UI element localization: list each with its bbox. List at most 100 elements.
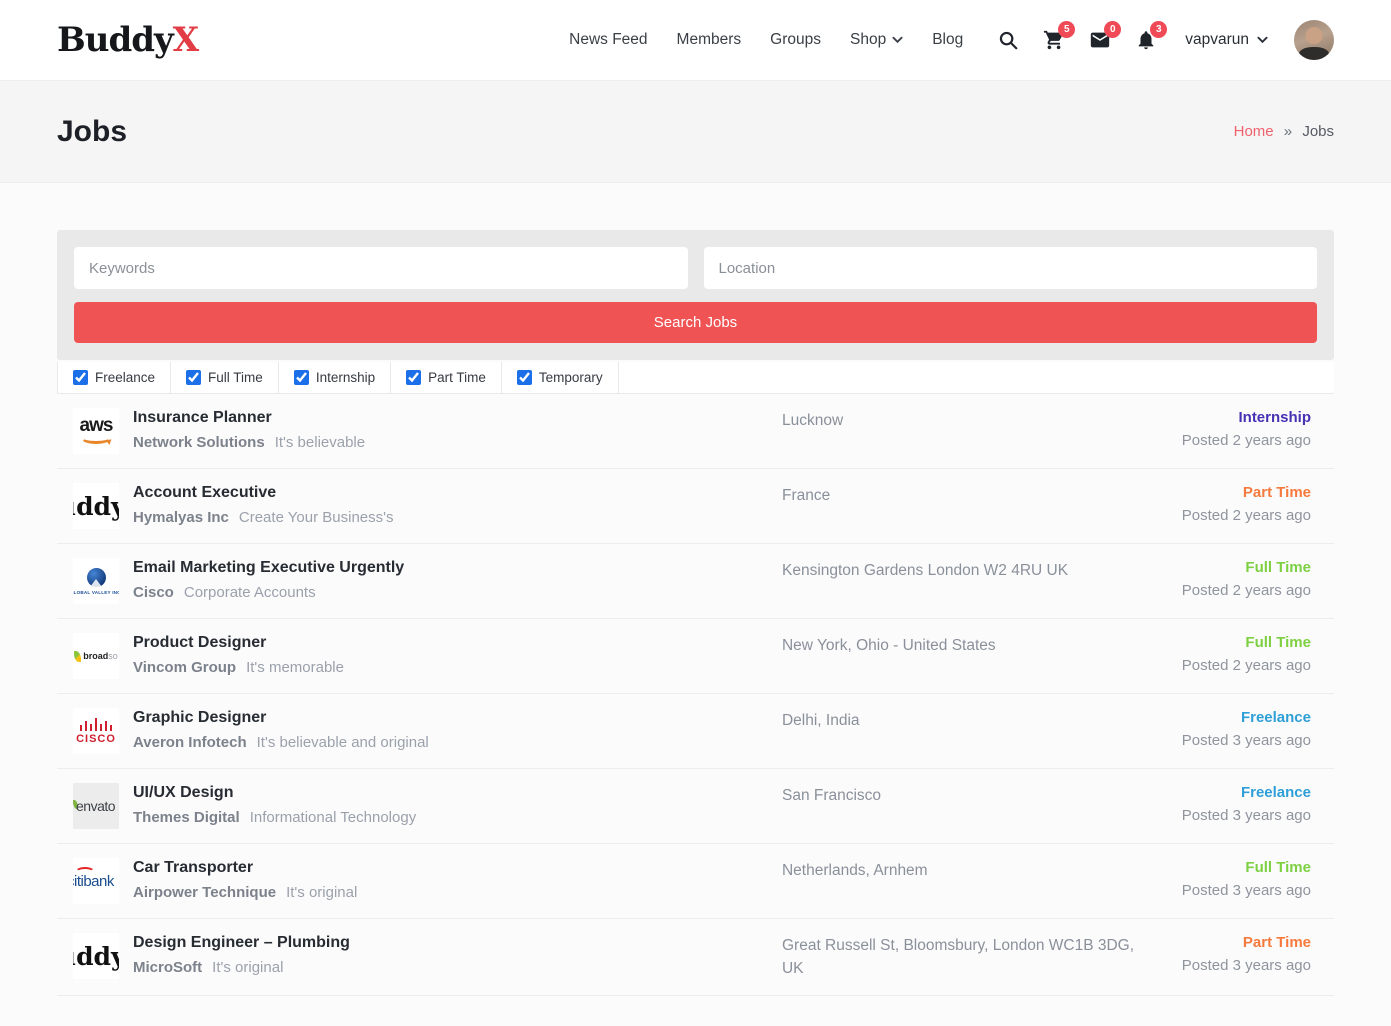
job-posted: Posted 3 years ago bbox=[1141, 807, 1311, 824]
keywords-input[interactable] bbox=[74, 247, 688, 289]
job-company: Network Solutions bbox=[133, 434, 265, 451]
job-type-badge: Full Time bbox=[1141, 634, 1311, 651]
search-icon[interactable] bbox=[997, 29, 1019, 51]
job-location: Kensington Gardens London W2 4RU UK bbox=[782, 558, 1141, 582]
job-title[interactable]: Design Engineer – Plumbing bbox=[133, 934, 782, 952]
job-type-filters: Freelance Full Time Internship Part Time… bbox=[57, 362, 1334, 394]
page-title: Jobs bbox=[57, 115, 127, 149]
notifications-badge: 3 bbox=[1150, 21, 1167, 38]
job-type-badge: Full Time bbox=[1141, 559, 1311, 576]
chevron-down-icon bbox=[892, 36, 903, 44]
job-row[interactable]: broadso Product Designer Vincom Group It'… bbox=[57, 619, 1334, 694]
job-type-badge: Part Time bbox=[1141, 934, 1311, 951]
job-tagline: It's believable and original bbox=[257, 734, 429, 751]
job-title[interactable]: Email Marketing Executive Urgently bbox=[133, 559, 782, 577]
job-type-badge: Internship bbox=[1141, 409, 1311, 426]
job-row[interactable]: buddy Account Executive Hymalyas Inc Crea… bbox=[57, 469, 1334, 544]
job-title[interactable]: UI/UX Design bbox=[133, 784, 782, 802]
user-name: vapvarun bbox=[1185, 31, 1249, 49]
company-logo-buddy: buddy bbox=[73, 933, 119, 979]
filter-checkbox[interactable] bbox=[73, 370, 88, 385]
company-logo-buddy: buddy bbox=[73, 483, 119, 529]
chevron-down-icon bbox=[1257, 36, 1268, 44]
job-company: Vincom Group bbox=[133, 659, 236, 676]
primary-nav: News Feed Members Groups Shop Blog bbox=[569, 31, 963, 49]
job-posted: Posted 2 years ago bbox=[1141, 657, 1311, 674]
breadcrumb-home-link[interactable]: Home bbox=[1234, 123, 1274, 140]
job-row[interactable]: citibank Car Transporter Airpower Techni… bbox=[57, 844, 1334, 919]
job-type-badge: Part Time bbox=[1141, 484, 1311, 501]
job-posted: Posted 2 years ago bbox=[1141, 507, 1311, 524]
job-posted: Posted 2 years ago bbox=[1141, 582, 1311, 599]
job-search-panel: Search Jobs bbox=[57, 230, 1334, 360]
logo-text-black: Buddy bbox=[57, 20, 173, 60]
company-logo-citibank: citibank bbox=[73, 858, 119, 904]
job-location: New York, Ohio - United States bbox=[782, 633, 1141, 657]
job-company: Airpower Technique bbox=[133, 884, 276, 901]
user-menu[interactable]: vapvarun bbox=[1185, 31, 1268, 49]
nav-item-members[interactable]: Members bbox=[677, 31, 742, 49]
cart-icon[interactable]: 5 bbox=[1043, 29, 1065, 51]
job-company: MicroSoft bbox=[133, 959, 202, 976]
company-logo-aws: aws bbox=[73, 408, 119, 454]
job-tagline: Corporate Accounts bbox=[184, 584, 316, 601]
filter-checkbox[interactable] bbox=[294, 370, 309, 385]
job-company: Cisco bbox=[133, 584, 174, 601]
job-title[interactable]: Account Executive bbox=[133, 484, 782, 502]
job-row[interactable]: buddy Design Engineer – Plumbing MicroSo… bbox=[57, 919, 1334, 996]
search-jobs-button[interactable]: Search Jobs bbox=[74, 302, 1317, 343]
job-posted: Posted 3 years ago bbox=[1141, 732, 1311, 749]
company-logo-envato: envato bbox=[73, 783, 119, 829]
job-tagline: It's original bbox=[286, 884, 357, 901]
job-posted: Posted 3 years ago bbox=[1141, 957, 1311, 974]
job-type-filter-full-time[interactable]: Full Time bbox=[171, 362, 279, 393]
company-logo-cisco: CISCO bbox=[73, 708, 119, 754]
filter-checkbox[interactable] bbox=[517, 370, 532, 385]
job-location: San Francisco bbox=[782, 783, 1141, 807]
logo-text-red: X bbox=[173, 20, 198, 60]
job-company: Hymalyas Inc bbox=[133, 509, 229, 526]
user-avatar[interactable] bbox=[1294, 20, 1334, 60]
job-tagline: Informational Technology bbox=[250, 809, 417, 826]
job-type-filter-part-time[interactable]: Part Time bbox=[391, 362, 502, 393]
job-title[interactable]: Product Designer bbox=[133, 634, 782, 652]
company-logo-globalvalley: GLOBAL VALLEY INC. bbox=[73, 558, 119, 604]
job-location: Great Russell St, Bloomsbury, London WC1… bbox=[782, 933, 1141, 981]
job-location: France bbox=[782, 483, 1141, 507]
messages-icon[interactable]: 0 bbox=[1089, 29, 1111, 51]
job-company: Averon Infotech bbox=[133, 734, 247, 751]
location-input[interactable] bbox=[704, 247, 1318, 289]
job-posted: Posted 2 years ago bbox=[1141, 432, 1311, 449]
job-company: Themes Digital bbox=[133, 809, 240, 826]
nav-item-groups[interactable]: Groups bbox=[770, 31, 821, 49]
filter-checkbox[interactable] bbox=[186, 370, 201, 385]
job-type-filter-freelance[interactable]: Freelance bbox=[57, 362, 171, 393]
breadcrumb-separator: » bbox=[1284, 123, 1292, 140]
job-title[interactable]: Graphic Designer bbox=[133, 709, 782, 727]
job-row[interactable]: envato UI/UX Design Themes Digital Inform… bbox=[57, 769, 1334, 844]
job-type-filter-internship[interactable]: Internship bbox=[279, 362, 391, 393]
job-title[interactable]: Car Transporter bbox=[133, 859, 782, 877]
cart-badge: 5 bbox=[1058, 21, 1075, 38]
company-logo-broadso: broadso bbox=[73, 633, 119, 679]
job-row[interactable]: CISCO Graphic Designer Averon Infotech It… bbox=[57, 694, 1334, 769]
job-type-filter-temporary[interactable]: Temporary bbox=[502, 362, 619, 393]
job-tagline: Create Your Business's bbox=[239, 509, 394, 526]
header-actions: 5 0 3 vapvarun bbox=[997, 20, 1334, 60]
notifications-bell-icon[interactable]: 3 bbox=[1135, 29, 1157, 51]
job-type-badge: Freelance bbox=[1141, 709, 1311, 726]
job-title[interactable]: Insurance Planner bbox=[133, 409, 782, 427]
job-row[interactable]: aws Insurance Planner Network Solutions I… bbox=[57, 394, 1334, 469]
filter-checkbox[interactable] bbox=[406, 370, 421, 385]
site-logo[interactable]: BuddyX bbox=[57, 20, 198, 60]
job-location: Lucknow bbox=[782, 408, 1141, 432]
job-tagline: It's memorable bbox=[246, 659, 344, 676]
site-header: BuddyX News Feed Members Groups Shop Blo… bbox=[0, 0, 1391, 81]
main-content: Search Jobs Freelance Full Time Internsh… bbox=[57, 230, 1334, 996]
nav-item-blog[interactable]: Blog bbox=[932, 31, 963, 49]
jobs-list: aws Insurance Planner Network Solutions I… bbox=[57, 394, 1334, 996]
job-row[interactable]: GLOBAL VALLEY INC. Email Marketing Execu… bbox=[57, 544, 1334, 619]
nav-item-shop[interactable]: Shop bbox=[850, 31, 903, 49]
nav-item-news-feed[interactable]: News Feed bbox=[569, 31, 647, 49]
job-location: Netherlands, Arnhem bbox=[782, 858, 1141, 882]
